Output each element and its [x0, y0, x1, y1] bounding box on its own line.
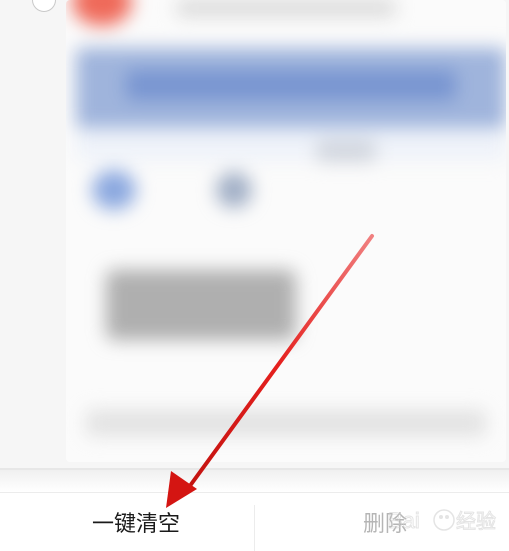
divider-shadow: [0, 470, 509, 492]
preview-blob: [216, 172, 252, 208]
preview-blob: [72, 0, 132, 26]
screen: 一键清空 删除 Bai 经验: [0, 0, 509, 551]
preview-blob: [76, 130, 506, 160]
preview-blob: [106, 270, 296, 340]
watermark-logo-icon: Bai 经验: [388, 508, 497, 534]
preview-blob: [126, 70, 456, 100]
svg-text:经验: 经验: [456, 509, 496, 533]
preview-blob: [316, 140, 376, 162]
action-bar-divider: [254, 505, 255, 551]
preview-blob: [86, 410, 486, 436]
preview-blob: [92, 170, 136, 210]
preview-blob: [176, 0, 396, 16]
svg-text:Bai: Bai: [388, 508, 420, 533]
blurred-content: [66, 0, 506, 462]
select-radio[interactable]: [32, 0, 56, 12]
clear-all-button[interactable]: 一键清空: [66, 505, 206, 545]
blurred-preview-card: [66, 0, 506, 462]
